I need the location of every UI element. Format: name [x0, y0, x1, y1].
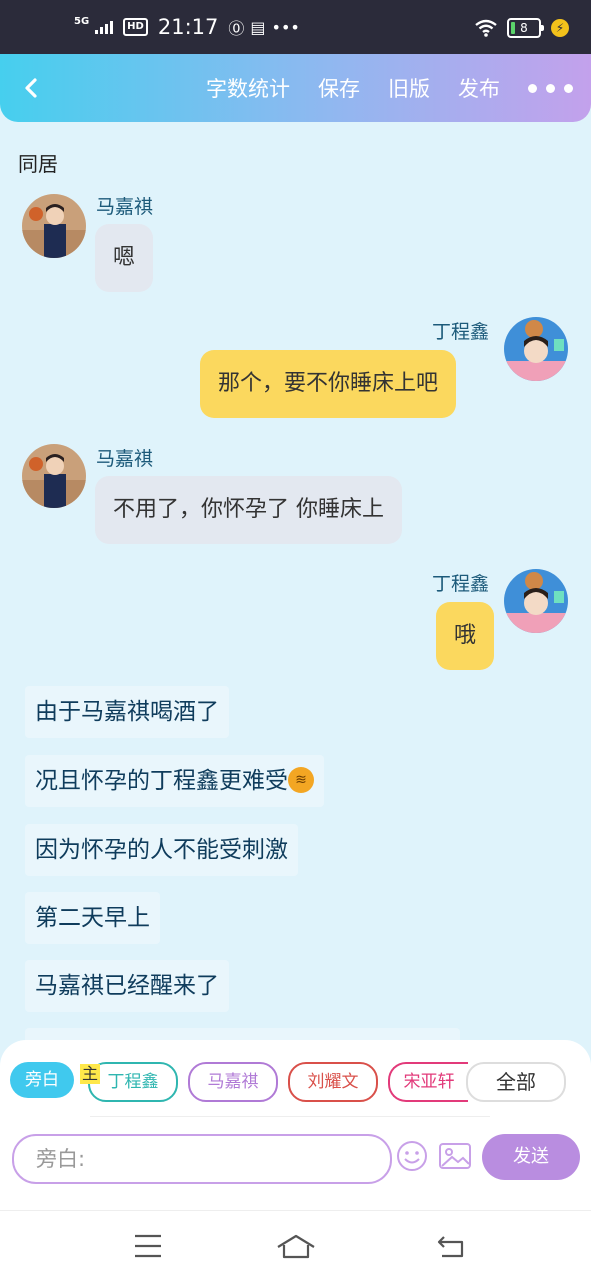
- speaker-name: 丁程鑫: [432, 573, 490, 595]
- back-nav-icon[interactable]: [436, 1233, 466, 1263]
- message-bubble: 嗯: [95, 224, 154, 292]
- message-input[interactable]: [14, 1136, 388, 1182]
- role-chip-song-yaxuan[interactable]: 宋亚轩: [388, 1062, 468, 1102]
- message-bubble: 那个，要不你睡床上吧: [200, 350, 457, 418]
- narration-line: 况且怀孕的丁程鑫更难受 ≋: [25, 755, 324, 807]
- avatar-ding-chengxin[interactable]: [504, 569, 568, 633]
- main-role-tag: 主: [80, 1064, 101, 1084]
- compose-panel: 旁白 丁程鑫 马嘉祺 刘耀文 宋亚轩 全部 主 发送: [0, 1040, 591, 1210]
- image-icon[interactable]: [438, 1140, 472, 1172]
- speaker-name: 马嘉祺: [96, 448, 154, 470]
- narration-line: 第二天早上: [25, 892, 160, 944]
- back-icon[interactable]: [18, 74, 46, 102]
- message-bubble: 哦: [436, 602, 495, 670]
- clock: 21:17: [157, 15, 219, 39]
- narration-text: 况且怀孕的丁程鑫更难受: [35, 768, 288, 794]
- speaker-name: 丁程鑫: [432, 321, 490, 343]
- more-notifications-icon: •••: [271, 17, 300, 37]
- old-version-button[interactable]: 旧版: [388, 73, 430, 103]
- battery-icon: 8: [507, 18, 544, 38]
- hd-badge: HD: [123, 18, 148, 36]
- role-chip-ding-chengxin[interactable]: 丁程鑫: [88, 1062, 178, 1102]
- save-button[interactable]: 保存: [318, 73, 360, 103]
- status-bar: 5G HD 21:17 ⓪ ▤ ••• 8 ⚡: [0, 0, 591, 54]
- divider: [90, 1116, 490, 1117]
- signal-icon: [95, 20, 114, 34]
- avatar-ma-jiaqi[interactable]: [22, 194, 86, 258]
- role-chip-liu-yaowen[interactable]: 刘耀文: [288, 1062, 378, 1102]
- chat-area[interactable]: 同居 马嘉祺 嗯 丁程鑫 那个，要不你睡床上吧 马嘉祺 不用了，你怀孕了 你睡床…: [0, 122, 591, 1042]
- send-button[interactable]: 发送: [482, 1134, 580, 1180]
- home-icon[interactable]: [276, 1233, 316, 1265]
- role-chip-all[interactable]: 全部: [466, 1062, 566, 1102]
- charging-icon: ⚡: [551, 19, 569, 37]
- role-chip-narrator[interactable]: 旁白: [10, 1062, 74, 1098]
- calendar-icon: ▤: [250, 17, 266, 37]
- app-notification-icon: ⓪: [228, 19, 245, 38]
- publish-button[interactable]: 发布: [458, 73, 500, 103]
- system-nav-bar: [0, 1210, 591, 1281]
- network-type: 5G: [74, 16, 90, 27]
- narration-line: 因为怀孕的人不能受刺激: [25, 824, 298, 876]
- speaker-name: 马嘉祺: [96, 196, 154, 218]
- confounded-emoji-icon: ≋: [288, 766, 314, 793]
- header-menu: 字数统计 保存 旧版 发布: [206, 54, 591, 122]
- avatar-ma-jiaqi[interactable]: [22, 444, 86, 508]
- word-count-button[interactable]: 字数统计: [206, 73, 290, 103]
- message-input-wrapper[interactable]: [12, 1134, 392, 1184]
- message-bubble: 不用了，你怀孕了 你睡床上: [95, 476, 402, 544]
- wifi-icon: [475, 19, 497, 37]
- narration-line: 由于马嘉祺喝酒了: [25, 686, 229, 738]
- more-options-icon[interactable]: [528, 83, 573, 93]
- role-chip-ma-jiaqi[interactable]: 马嘉祺: [188, 1062, 278, 1102]
- narration-line: 马嘉祺已经醒来了: [25, 960, 229, 1012]
- story-title: 同居: [18, 152, 58, 176]
- editor-header: 字数统计 保存 旧版 发布: [0, 54, 591, 122]
- avatar-ding-chengxin[interactable]: [504, 317, 568, 381]
- emoji-icon[interactable]: [396, 1140, 428, 1172]
- menu-icon[interactable]: [134, 1233, 162, 1263]
